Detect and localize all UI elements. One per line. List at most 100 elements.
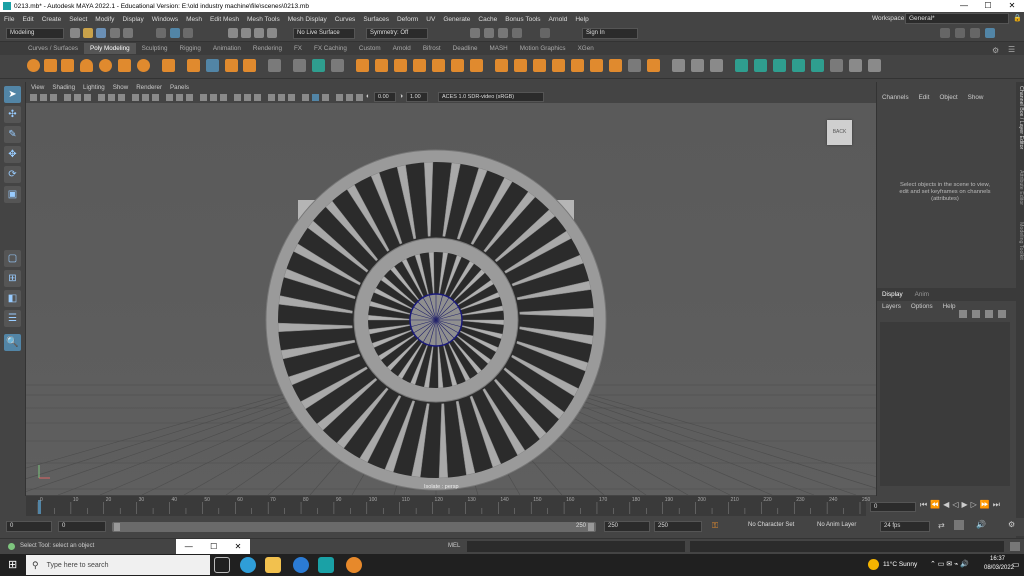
panel-toolbar-icons[interactable]	[30, 92, 370, 103]
symmetry-dropdown[interactable]: Symmetry: Off	[366, 28, 428, 39]
preferences-icon[interactable]: ⚙	[1008, 520, 1015, 529]
side-tab-attribute-editor[interactable]: Attribute Editor	[1016, 170, 1024, 228]
step-forward-frame-icon[interactable]: ▷	[971, 500, 977, 510]
shelf-tab-sculpting[interactable]: Sculpting	[136, 43, 174, 54]
move-tool-icon[interactable]: ✥	[4, 146, 21, 163]
lasso-tool-icon[interactable]: ✣	[4, 106, 21, 123]
panel-menu-renderer[interactable]: Renderer	[136, 84, 162, 91]
pencil-icon[interactable]	[672, 59, 685, 72]
poly-sphere-icon[interactable]	[27, 59, 40, 72]
range-start-handle[interactable]	[114, 523, 120, 531]
sound-icon[interactable]: 🔊	[976, 520, 986, 529]
shelf-tab-rendering[interactable]: Rendering	[247, 43, 288, 54]
scale-tool-icon[interactable]: ▣	[4, 186, 21, 203]
anim-end-field[interactable]: 250	[654, 521, 702, 532]
side-tab-channel-box[interactable]: Channel Box / Layer Editor	[1016, 86, 1024, 176]
object-menu[interactable]: Object	[939, 94, 957, 101]
four-view-layout-icon[interactable]: ⊞	[4, 270, 21, 287]
shelf-tab-mash[interactable]: MASH	[484, 43, 514, 54]
open-scene-icon[interactable]	[83, 28, 93, 38]
minimize-button[interactable]: —	[952, 0, 976, 12]
toggle-tool-settings-icon[interactable]	[970, 28, 980, 38]
step-back-key-icon[interactable]: ⏪	[930, 500, 940, 510]
panel-menu-view[interactable]: View	[31, 84, 44, 91]
panel-menu-shading[interactable]: Shading	[52, 84, 75, 91]
paint-select-tool-icon[interactable]: ✎	[4, 126, 21, 143]
layers-menu[interactable]: Layers	[882, 303, 901, 310]
sew-uv-icon[interactable]	[868, 59, 881, 72]
options-menu[interactable]: Options	[911, 303, 933, 310]
range-end-handle[interactable]	[588, 523, 594, 531]
spherical-map-icon[interactable]	[773, 59, 786, 72]
render-icon[interactable]	[470, 28, 480, 38]
toggle-attribute-editor-icon[interactable]	[955, 28, 965, 38]
target-weld-icon[interactable]	[495, 59, 508, 72]
auto-map-icon[interactable]	[792, 59, 805, 72]
hypershade-icon[interactable]	[512, 28, 522, 38]
boolean-icon[interactable]	[331, 59, 344, 72]
brush-icon[interactable]	[691, 59, 704, 72]
lock-icon[interactable]: 🔒	[1013, 14, 1022, 22]
close-float-button[interactable]: ✕	[235, 542, 242, 551]
key-icon[interactable]: ⚿	[712, 521, 718, 531]
menu-cache[interactable]: Cache	[478, 16, 497, 23]
checker-map-icon[interactable]	[830, 59, 843, 72]
svg-icon[interactable]	[243, 59, 256, 72]
color-space-dropdown[interactable]: ACES 1.0 SDR-video (sRGB)	[438, 92, 544, 102]
menu-windows[interactable]: Windows	[152, 16, 178, 23]
weather-text[interactable]: 11°C Sunny	[883, 561, 917, 568]
poly-torus-icon[interactable]	[99, 59, 112, 72]
menu-bonus-tools[interactable]: Bonus Tools	[505, 16, 540, 23]
step-forward-key-icon[interactable]: ⏩	[980, 500, 990, 510]
cut-uv-icon[interactable]	[849, 59, 862, 72]
new-layer-icon[interactable]	[985, 310, 993, 318]
playback-end-field[interactable]: 250	[604, 521, 650, 532]
viewport-persp[interactable]: BACK Isolate : persp M	[26, 103, 876, 495]
layer-list[interactable]	[880, 322, 1010, 486]
shelf-tab-animation[interactable]: Animation	[207, 43, 247, 54]
shelf-tab-deadline[interactable]: Deadline	[447, 43, 484, 54]
shelf-tab-fx[interactable]: FX	[288, 43, 308, 54]
menu-generate[interactable]: Generate	[443, 16, 470, 23]
new-layer-selected-icon[interactable]	[998, 310, 1006, 318]
ipr-render-icon[interactable]	[484, 28, 494, 38]
redo-icon[interactable]	[123, 28, 133, 38]
shelf-tab-custom[interactable]: Custom	[353, 43, 387, 54]
sign-in-button[interactable]: Sign In	[582, 28, 638, 39]
quad-draw-icon[interactable]	[590, 59, 603, 72]
script-editor-icon[interactable]	[1010, 542, 1020, 551]
move-layer-up-icon[interactable]	[959, 310, 967, 318]
menu-edit-mesh[interactable]: Edit Mesh	[210, 16, 239, 23]
undo-icon[interactable]	[110, 28, 120, 38]
slide-edge-icon[interactable]	[710, 59, 723, 72]
fps-dropdown[interactable]: 24 fps	[880, 521, 930, 532]
cylindrical-map-icon[interactable]	[754, 59, 767, 72]
rotate-tool-icon[interactable]: ⟳	[4, 166, 21, 183]
poly-cube-icon[interactable]	[44, 59, 57, 72]
step-back-frame-icon[interactable]: ◀	[943, 500, 949, 510]
multi-cut-icon[interactable]	[470, 59, 483, 72]
time-ruler[interactable]	[26, 496, 866, 516]
clock-date[interactable]: 08/03/2022	[984, 565, 1014, 571]
maximize-button[interactable]: ☐	[976, 0, 1000, 12]
edit-menu[interactable]: Edit	[919, 94, 930, 101]
bevel-icon[interactable]	[394, 59, 407, 72]
menu-uv[interactable]: UV	[426, 16, 435, 23]
menu-help[interactable]: Help	[575, 16, 588, 23]
shelf-tab-motion-graphics[interactable]: Motion Graphics	[514, 43, 572, 54]
sculpt-icon[interactable]	[571, 59, 584, 72]
type-icon[interactable]	[225, 59, 238, 72]
move-layer-down-icon[interactable]	[972, 310, 980, 318]
shelf-tab-rigging[interactable]: Rigging	[174, 43, 207, 54]
append-icon[interactable]	[413, 59, 426, 72]
menu-file[interactable]: File	[4, 16, 14, 23]
snap-grid-icon[interactable]	[228, 28, 238, 38]
maximize-float-button[interactable]: ☐	[210, 542, 217, 551]
notification-icon[interactable]: ▭	[1012, 560, 1020, 569]
select-component-icon[interactable]	[183, 28, 193, 38]
scene-render[interactable]	[26, 103, 876, 495]
snap-point-icon[interactable]	[254, 28, 264, 38]
combine-icon[interactable]	[268, 59, 281, 72]
single-perspective-layout-icon[interactable]: ▢	[4, 250, 21, 267]
shelf-tab-arnold[interactable]: Arnold	[387, 43, 417, 54]
